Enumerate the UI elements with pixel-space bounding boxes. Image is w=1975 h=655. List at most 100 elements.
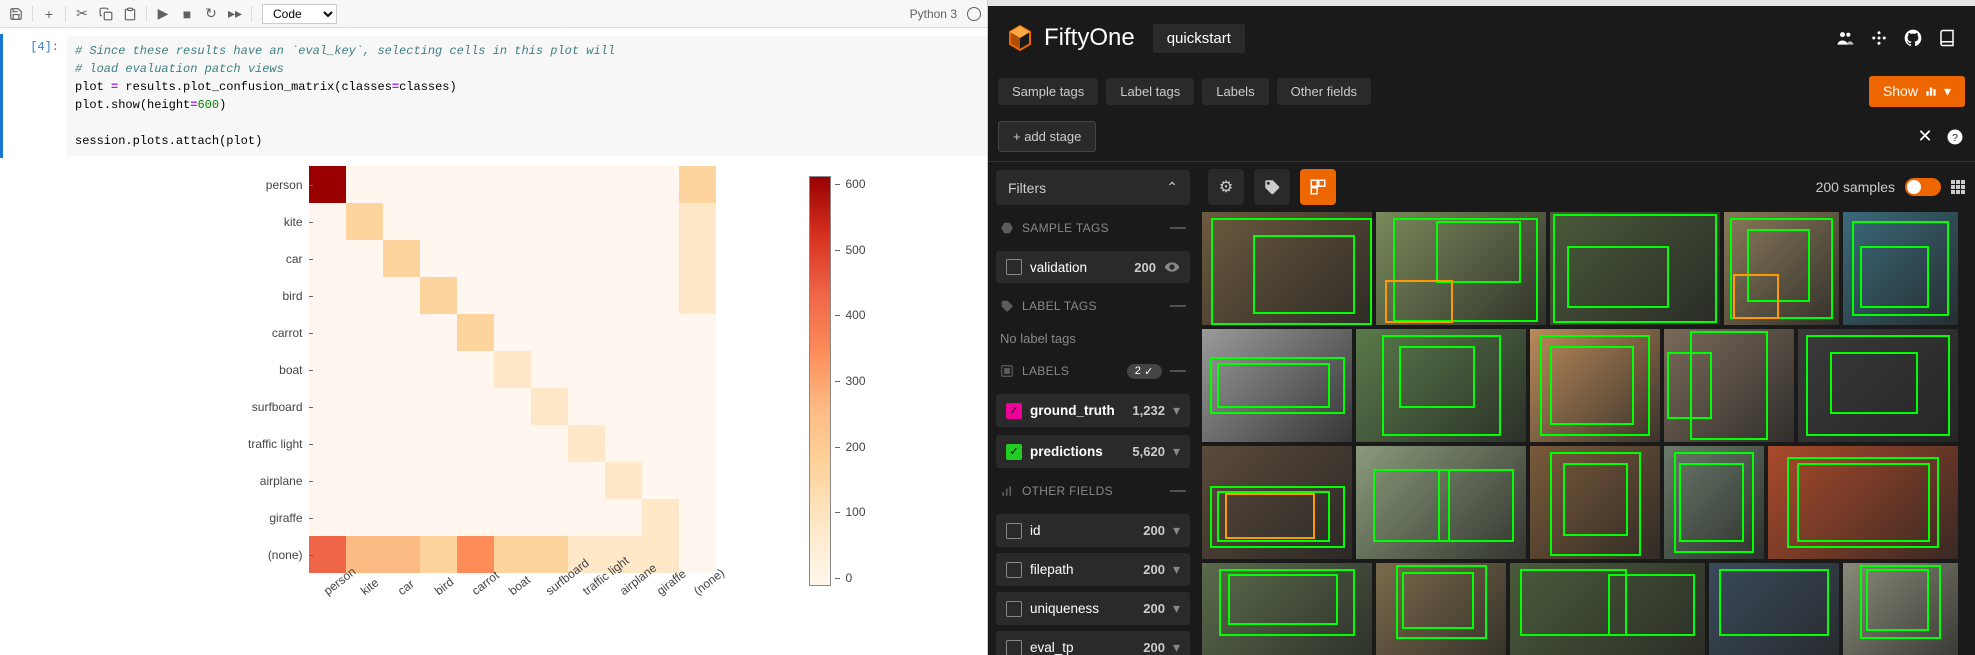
heatmap-cell[interactable]	[309, 499, 346, 536]
heatmap-cell[interactable]	[346, 388, 383, 425]
sample-thumbnail[interactable]	[1768, 446, 1958, 559]
heatmap-cell[interactable]	[383, 203, 420, 240]
help-icon[interactable]: ?	[1945, 127, 1965, 147]
checkbox[interactable]: ✓	[1006, 444, 1022, 460]
heatmap-cell[interactable]	[383, 240, 420, 277]
filters-dropdown[interactable]: Filters ⌃	[996, 170, 1190, 205]
heatmap-cell[interactable]	[531, 462, 568, 499]
heatmap-cell[interactable]	[383, 425, 420, 462]
chevron-down-icon[interactable]: ▾	[1173, 561, 1180, 578]
heatmap-cell[interactable]	[346, 314, 383, 351]
heatmap-cell[interactable]	[420, 277, 457, 314]
heatmap-cell[interactable]	[383, 351, 420, 388]
tab-other-fields[interactable]: Other fields	[1277, 78, 1371, 105]
grid-size-icon[interactable]	[1951, 180, 1965, 194]
heatmap-cell[interactable]	[531, 240, 568, 277]
heatmap-cell[interactable]	[383, 314, 420, 351]
heatmap-cell[interactable]	[568, 277, 605, 314]
heatmap-cell[interactable]	[457, 425, 494, 462]
heatmap-cell[interactable]	[420, 240, 457, 277]
heatmap-cell[interactable]	[642, 277, 679, 314]
heatmap-cell[interactable]	[346, 351, 383, 388]
checkbox[interactable]	[1006, 523, 1022, 539]
heatmap-cell[interactable]	[494, 499, 531, 536]
heatmap-cell[interactable]	[568, 240, 605, 277]
heatmap-cell[interactable]	[605, 499, 642, 536]
sample-thumbnail[interactable]	[1356, 329, 1526, 442]
heatmap-cell[interactable]	[642, 351, 679, 388]
heatmap-cell[interactable]	[309, 536, 346, 573]
heatmap-cell[interactable]	[642, 166, 679, 203]
show-button[interactable]: Show ▾	[1869, 76, 1965, 107]
heatmap-cell[interactable]	[420, 166, 457, 203]
heatmap-cell[interactable]	[309, 277, 346, 314]
toggle-switch[interactable]	[1905, 178, 1941, 196]
heatmap-cell[interactable]	[642, 462, 679, 499]
heatmap-cell[interactable]	[457, 203, 494, 240]
heatmap-cell[interactable]	[494, 314, 531, 351]
heatmap-cell[interactable]	[457, 388, 494, 425]
save-icon[interactable]	[6, 4, 26, 24]
heatmap-cell[interactable]	[420, 462, 457, 499]
heatmap-cell[interactable]	[679, 351, 716, 388]
collapse-icon[interactable]: —	[1170, 219, 1186, 237]
sample-thumbnail[interactable]	[1376, 212, 1546, 325]
heatmap-cell[interactable]	[457, 499, 494, 536]
heatmap-cell[interactable]	[420, 203, 457, 240]
sample-thumbnail[interactable]	[1530, 329, 1660, 442]
heatmap-cell[interactable]	[457, 351, 494, 388]
heatmap-cell[interactable]	[642, 203, 679, 240]
heatmap-cell[interactable]	[494, 203, 531, 240]
team-icon[interactable]	[1835, 28, 1855, 48]
heatmap-cell[interactable]	[568, 351, 605, 388]
heatmap-cell[interactable]	[420, 351, 457, 388]
chevron-down-icon[interactable]: ▾	[1173, 639, 1180, 655]
sidebar-row-eval_tp[interactable]: eval_tp200▾	[996, 631, 1190, 655]
heatmap-cell[interactable]	[679, 388, 716, 425]
heatmap-cell[interactable]	[309, 203, 346, 240]
heatmap-cell[interactable]	[309, 425, 346, 462]
heatmap-cell[interactable]	[605, 388, 642, 425]
heatmap-cell[interactable]	[383, 462, 420, 499]
heatmap-cell[interactable]	[679, 277, 716, 314]
collapse-icon[interactable]: —	[1170, 362, 1186, 380]
sample-thumbnail[interactable]	[1664, 329, 1794, 442]
sidebar-row-ground-truth[interactable]: ✓ ground_truth 1,232 ▾	[996, 394, 1190, 427]
sample-thumbnail[interactable]	[1356, 446, 1526, 559]
heatmap-cell[interactable]	[531, 388, 568, 425]
heatmap-cell[interactable]	[568, 499, 605, 536]
heatmap-cell[interactable]	[346, 462, 383, 499]
heatmap-cell[interactable]	[605, 462, 642, 499]
add-stage-button[interactable]: + add stage	[998, 121, 1096, 152]
cut-icon[interactable]: ✂	[72, 4, 92, 24]
sample-thumbnail[interactable]	[1709, 563, 1839, 655]
heatmap-cell[interactable]	[642, 388, 679, 425]
tag-icon[interactable]	[1254, 169, 1290, 205]
collapse-icon[interactable]: —	[1170, 482, 1186, 500]
heatmap-cell[interactable]	[568, 462, 605, 499]
stop-icon[interactable]: ■	[177, 4, 197, 24]
heatmap-cell[interactable]	[494, 388, 531, 425]
heatmap-cell[interactable]	[346, 166, 383, 203]
sample-thumbnail[interactable]	[1202, 212, 1372, 325]
heatmap-cell[interactable]	[309, 240, 346, 277]
copy-icon[interactable]	[96, 4, 116, 24]
heatmap-cell[interactable]	[679, 240, 716, 277]
sample-thumbnail[interactable]	[1376, 563, 1506, 655]
heatmap-cell[interactable]	[642, 499, 679, 536]
heatmap-cell[interactable]	[568, 425, 605, 462]
sample-thumbnail[interactable]	[1510, 563, 1705, 655]
heatmap-cell[interactable]	[309, 314, 346, 351]
heatmap-cell[interactable]	[605, 166, 642, 203]
heatmap-cell[interactable]	[605, 425, 642, 462]
patches-icon[interactable]	[1300, 169, 1336, 205]
heatmap-cell[interactable]	[605, 277, 642, 314]
tab-labels[interactable]: Labels	[1202, 78, 1268, 105]
heatmap-cell[interactable]	[420, 388, 457, 425]
heatmap-cell[interactable]	[605, 351, 642, 388]
heatmap-cell[interactable]	[679, 425, 716, 462]
code-input[interactable]: # Since these results have an `eval_key`…	[67, 36, 987, 156]
heatmap-cell[interactable]	[494, 425, 531, 462]
eye-icon[interactable]	[1164, 259, 1180, 275]
tab-sample-tags[interactable]: Sample tags	[998, 78, 1098, 105]
